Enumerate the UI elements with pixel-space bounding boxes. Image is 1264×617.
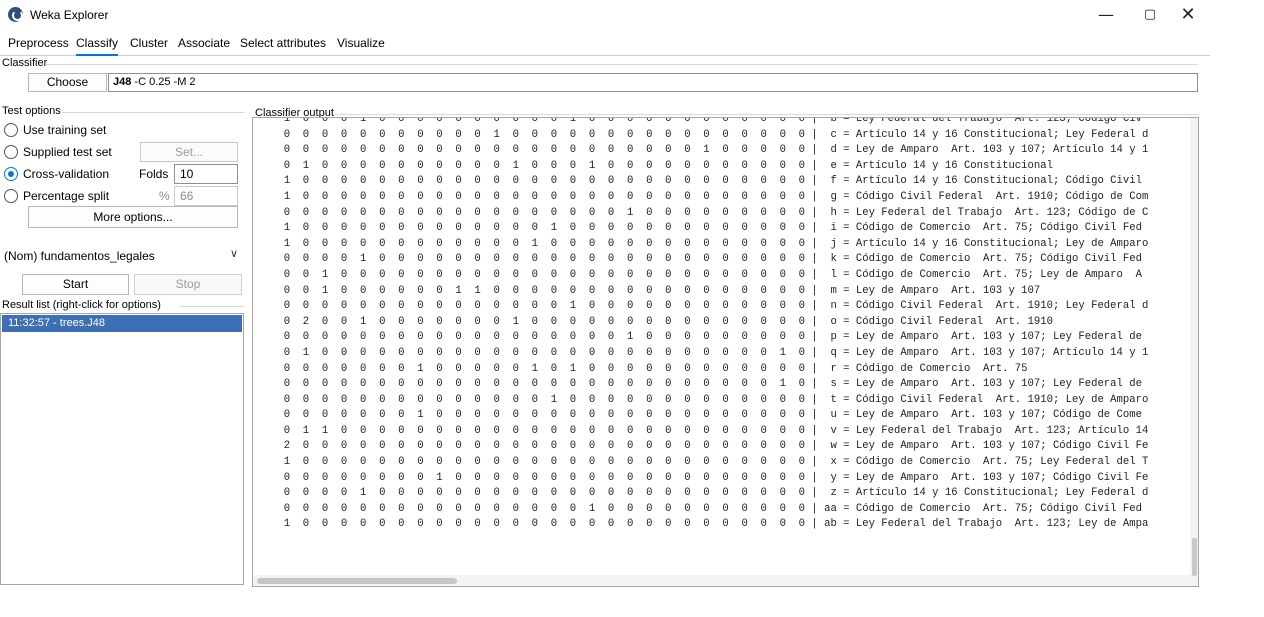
tab-associate[interactable]: Associate	[178, 35, 230, 56]
confusion-matrix-row: 1 0 0 0 0 0 0 0 0 0 0 0 0 0 0 0 0 0 0 0 …	[271, 175, 1142, 188]
use-training-set-radio[interactable]	[4, 123, 18, 137]
tab-classify[interactable]: Classify	[76, 35, 119, 56]
confusion-matrix-row: 0 0 0 0 0 0 0 0 0 0 0 1 0 0 0 0 0 0 0 0 …	[271, 128, 1149, 141]
confusion-matrix-row: 0 2 0 0 1 0 0 0 0 0 0 0 1 0 0 0 0 0 0 0 …	[271, 315, 1053, 328]
start-button[interactable]: Start	[22, 274, 129, 295]
classifier-output-panel[interactable]: 1 0 0 0 1 0 0 0 0 0 0 0 0 0 0 1 0 0 0 0 …	[252, 117, 1199, 587]
stop-button[interactable]: Stop	[134, 274, 242, 295]
vertical-scroll-thumb[interactable]	[1192, 538, 1197, 576]
main-tab-bar: Preprocess Classify Cluster Associate Se…	[0, 30, 1210, 56]
horizontal-scroll-thumb[interactable]	[257, 578, 457, 584]
confusion-matrix-row: 1 0 0 0 0 0 0 0 0 0 0 0 0 0 1 0 0 0 0 0 …	[271, 222, 1142, 235]
test-options-group: Test options Use training set Supplied t…	[0, 105, 245, 235]
classifier-output-text: 1 0 0 0 1 0 0 0 0 0 0 0 0 0 0 1 0 0 0 0 …	[271, 117, 1149, 533]
minimize-button[interactable]: —	[1086, 2, 1126, 28]
confusion-matrix-row: 0 0 0 0 0 0 0 0 0 0 0 0 0 0 0 0 1 0 0 0 …	[271, 502, 1142, 515]
use-training-set-label: Use training set	[23, 123, 107, 137]
classifier-name: J48	[113, 76, 132, 88]
result-list-item[interactable]: 11:32:57 - trees.J48	[2, 315, 242, 332]
confusion-matrix-row: 0 0 0 0 0 0 0 0 0 0 0 0 0 0 1 0 0 0 0 0 …	[271, 393, 1149, 406]
class-attribute-value: (Nom) fundamentos_legales	[4, 249, 155, 263]
tab-cluster[interactable]: Cluster	[130, 35, 168, 56]
result-list[interactable]: 11:32:57 - trees.J48	[0, 313, 244, 585]
choose-button[interactable]: Choose	[28, 73, 107, 92]
weka-bird-icon	[8, 7, 23, 22]
test-options-label: Test options	[2, 105, 61, 117]
window-title: Weka Explorer	[30, 8, 109, 22]
percent-symbol: %	[159, 189, 170, 203]
confusion-matrix-row: 0 0 0 0 0 0 0 1 0 0 0 0 0 0 0 0 0 0 0 0 …	[271, 409, 1142, 422]
folds-input[interactable]: 10	[174, 164, 238, 184]
close-button[interactable]: ✕	[1168, 2, 1208, 28]
classifier-section-label: Classifier	[2, 57, 48, 69]
confusion-matrix-row: 0 0 1 0 0 0 0 0 0 0 0 0 0 0 0 0 0 0 0 0 …	[271, 268, 1142, 281]
confusion-matrix-row: 0 0 0 0 1 0 0 0 0 0 0 0 0 0 0 0 0 0 0 0 …	[271, 253, 1142, 266]
classifier-options: -C 0.25 -M 2	[131, 76, 196, 88]
set-test-set-button[interactable]: Set...	[140, 142, 238, 162]
divider	[335, 114, 1199, 115]
result-list-label: Result list (right-click for options)	[2, 299, 161, 311]
confusion-matrix-row: 0 0 0 0 0 0 0 0 0 0 0 0 0 0 0 0 0 0 1 0 …	[271, 206, 1149, 219]
confusion-matrix-row: 1 0 0 0 0 0 0 0 0 0 0 0 0 1 0 0 0 0 0 0 …	[271, 237, 1149, 250]
tab-visualize[interactable]: Visualize	[337, 35, 385, 56]
weka-explorer-window: Weka Explorer — ▢ ✕ Preprocess Classify …	[0, 0, 1210, 600]
confusion-matrix-row: 1 0 0 0 1 0 0 0 0 0 0 0 0 0 0 1 0 0 0 0 …	[271, 117, 1142, 125]
confusion-matrix-row: 0 0 0 0 0 0 0 0 0 0 0 0 0 0 0 0 0 0 0 0 …	[271, 378, 1142, 391]
divider	[46, 64, 1198, 65]
confusion-matrix-row: 0 0 0 0 0 0 0 0 1 0 0 0 0 0 0 0 0 0 0 0 …	[271, 471, 1149, 484]
percentage-split-label: Percentage split	[23, 189, 110, 203]
divider	[62, 112, 244, 113]
confusion-matrix-row: 1 0 0 0 0 0 0 0 0 0 0 0 0 0 0 0 0 0 0 0 …	[271, 456, 1149, 469]
tab-preprocess[interactable]: Preprocess	[8, 35, 69, 56]
vertical-scrollbar[interactable]	[1190, 118, 1198, 586]
cross-validation-radio[interactable]	[4, 167, 18, 181]
confusion-matrix-row: 0 0 0 0 1 0 0 0 0 0 0 0 0 0 0 0 0 0 0 0 …	[271, 487, 1149, 500]
folds-label: Folds	[139, 167, 169, 181]
confusion-matrix-row: 0 0 0 0 0 0 0 0 0 0 0 0 0 0 0 0 0 0 1 0 …	[271, 331, 1142, 344]
supplied-test-set-label: Supplied test set	[23, 145, 112, 159]
horizontal-scrollbar[interactable]	[253, 575, 1190, 586]
use-training-set-option[interactable]: Use training set	[2, 121, 242, 141]
percent-input[interactable]: 66	[174, 186, 238, 206]
classifier-config-field[interactable]: J48 -C 0.25 -M 2	[108, 73, 1198, 92]
divider	[180, 306, 244, 307]
confusion-matrix-row: 0 0 0 0 0 0 0 0 0 0 0 0 0 0 0 1 0 0 0 0 …	[271, 300, 1149, 313]
percentage-split-radio[interactable]	[4, 189, 18, 203]
title-bar: Weka Explorer — ▢ ✕	[0, 0, 1210, 30]
confusion-matrix-row: 1 0 0 0 0 0 0 0 0 0 0 0 0 0 0 0 0 0 0 0 …	[271, 190, 1149, 203]
chevron-down-icon: ∨	[230, 247, 239, 260]
tab-select-attributes[interactable]: Select attributes	[240, 35, 326, 56]
cross-validation-label: Cross-validation	[23, 167, 110, 181]
confusion-matrix-row: 0 1 0 0 0 0 0 0 0 0 0 0 0 0 0 0 0 0 0 0 …	[271, 346, 1149, 359]
confusion-matrix-row: 1 0 0 0 0 0 0 0 0 0 0 0 0 0 0 0 0 0 0 0 …	[271, 518, 1149, 531]
confusion-matrix-row: 0 0 0 0 0 0 0 0 0 0 0 0 0 0 0 0 0 0 0 0 …	[271, 144, 1149, 157]
confusion-matrix-row: 2 0 0 0 0 0 0 0 0 0 0 0 0 0 0 0 0 0 0 0 …	[271, 440, 1149, 453]
confusion-matrix-row: 0 1 1 0 0 0 0 0 0 0 0 0 0 0 0 0 0 0 0 0 …	[271, 424, 1149, 437]
confusion-matrix-row: 0 0 0 0 0 0 0 1 0 0 0 0 0 1 0 1 0 0 0 0 …	[271, 362, 1028, 375]
classifier-group: Classifier Choose J48 -C 0.25 -M 2	[0, 57, 1200, 95]
class-attribute-select[interactable]: (Nom) fundamentos_legales ∨	[0, 245, 245, 267]
more-options-button[interactable]: More options...	[28, 206, 238, 228]
maximize-button[interactable]: ▢	[1130, 2, 1170, 28]
supplied-test-set-radio[interactable]	[4, 145, 18, 159]
confusion-matrix-row: 0 0 1 0 0 0 0 0 0 1 1 0 0 0 0 0 0 0 0 0 …	[271, 284, 1041, 297]
confusion-matrix-row: 0 1 0 0 0 0 0 0 0 0 0 0 1 0 0 0 1 0 0 0 …	[271, 159, 1053, 172]
